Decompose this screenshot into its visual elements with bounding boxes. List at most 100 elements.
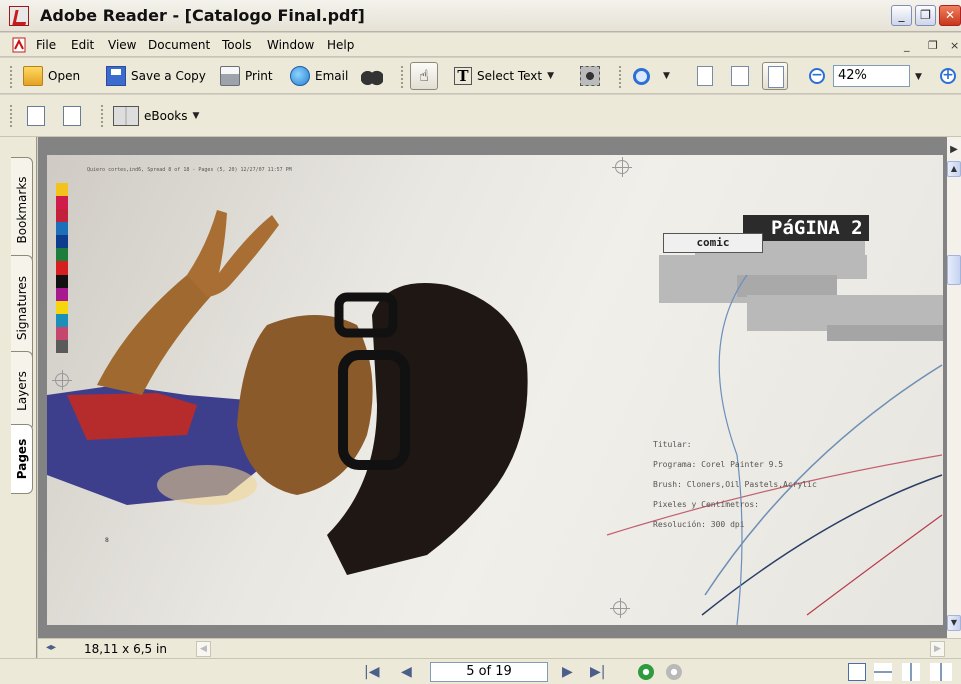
next-page-icon[interactable]: ▶: [562, 664, 573, 680]
tab-layers[interactable]: Layers: [11, 351, 33, 431]
actual-size-button[interactable]: [697, 58, 713, 94]
single-page-view-icon[interactable]: [848, 663, 866, 681]
facing-view-icon[interactable]: [902, 663, 920, 681]
tab-signatures-label: Signatures: [14, 275, 29, 341]
menu-window[interactable]: Window: [267, 38, 314, 52]
scroll-left-button[interactable]: ◀: [196, 641, 211, 657]
first-page-icon[interactable]: |◀: [364, 664, 379, 680]
select-text-label: Select Text: [477, 69, 543, 83]
tab-layers-label: Layers: [14, 371, 29, 411]
last-page-icon[interactable]: ▶|: [590, 664, 605, 680]
zoom-out-button[interactable]: −: [809, 58, 825, 94]
toolbar-grip[interactable]: [10, 105, 13, 127]
minimize-button[interactable]: _: [891, 5, 912, 26]
chevron-down-icon[interactable]: ▼: [663, 71, 670, 81]
title-bar: Adobe Reader - [Catalogo Final.pdf] _ ❐ …: [0, 0, 961, 32]
hand-tool-button[interactable]: ☝: [410, 58, 438, 94]
navigation-pane: Bookmarks Signatures Layers Pages: [0, 137, 37, 658]
scroll-down-button[interactable]: ▼: [947, 615, 961, 631]
save-disk-icon: [106, 66, 126, 86]
zoom-dropdown-chevron-icon[interactable]: ▼: [915, 72, 922, 82]
print-label: Print: [245, 69, 273, 83]
fit-width-button[interactable]: [762, 58, 788, 94]
toolbar-grip[interactable]: [401, 66, 404, 88]
rotate-counterclockwise-button[interactable]: [63, 95, 81, 137]
zoom-in-plus-icon: +: [940, 68, 956, 84]
chevron-down-icon[interactable]: ▼: [547, 71, 554, 81]
hand-icon: ☝: [410, 62, 438, 90]
spec-line: Programa: Corel Painter 9.5: [653, 460, 784, 469]
ebook-icon: [113, 106, 139, 126]
toolbar-grip[interactable]: [101, 105, 104, 127]
toolbar-grip[interactable]: [10, 66, 13, 88]
resize-arrows-icon[interactable]: ◂▸: [46, 642, 56, 653]
spec-line: Titular:: [653, 440, 692, 449]
zoom-out-minus-icon: −: [809, 68, 825, 84]
page-size-bar: ◂▸ 18,11 x 6,5 in ◀ ▶: [38, 638, 961, 658]
actual-size-page-icon: [697, 66, 713, 86]
open-button[interactable]: Open: [23, 58, 80, 94]
email-globe-icon: [290, 66, 310, 86]
rotate-clockwise-button[interactable]: [27, 95, 45, 137]
next-view-icon[interactable]: [666, 664, 682, 680]
menu-document[interactable]: Document: [148, 38, 210, 52]
print-button[interactable]: Print: [220, 58, 273, 94]
zoom-level-input[interactable]: 42%: [833, 65, 910, 87]
continuous-facing-view-icon[interactable]: [930, 663, 952, 681]
binoculars-icon: [361, 66, 383, 86]
document-minimize-button[interactable]: _: [904, 39, 910, 52]
ebooks-label: eBooks: [144, 109, 188, 123]
window-title: Adobe Reader - [Catalogo Final.pdf]: [40, 6, 365, 25]
scroll-up-button[interactable]: ▲: [947, 161, 961, 177]
adobe-reader-icon: [9, 6, 29, 26]
pdf-page: Quiero cortes,ind6, Spread 8 of 18 - Pag…: [47, 155, 943, 625]
spec-line: Resolución: 300 dpi: [653, 520, 745, 529]
select-text-button[interactable]: T Select Text ▼: [454, 58, 554, 94]
rotate-counterclockwise-icon: [63, 106, 81, 126]
main-toolbar: Open Save a Copy Print Email ☝ T Select …: [0, 58, 961, 94]
tab-signatures[interactable]: Signatures: [11, 255, 33, 361]
snapshot-tool-button[interactable]: [580, 58, 600, 94]
magnifier-icon: [633, 67, 650, 85]
search-button[interactable]: [361, 58, 383, 94]
continuous-view-icon[interactable]: [874, 663, 892, 681]
menu-bar: File Edit View Document Tools Window Hel…: [0, 33, 961, 57]
tab-bookmarks[interactable]: Bookmarks: [11, 157, 33, 263]
zoom-in-tool-button[interactable]: ▼: [633, 58, 670, 94]
save-copy-button[interactable]: Save a Copy: [106, 58, 206, 94]
fit-page-icon: [731, 66, 749, 86]
restore-button[interactable]: ❐: [915, 5, 936, 26]
secondary-toolbar: eBooks ▼: [0, 95, 961, 137]
menu-view[interactable]: View: [108, 38, 136, 52]
menu-edit[interactable]: Edit: [71, 38, 94, 52]
page-navigation-bar: |◀ ◀ 5 of 19 ▶ ▶|: [0, 658, 961, 684]
spec-line: Brush: Cloners,Oil Pastels,Acrylic: [653, 480, 817, 489]
menu-file[interactable]: File: [36, 38, 56, 52]
text-cursor-icon: T: [454, 67, 472, 85]
ebooks-button[interactable]: eBooks ▼: [113, 95, 199, 137]
scroll-thumb[interactable]: [947, 255, 961, 285]
open-label: Open: [48, 69, 81, 83]
previous-view-icon[interactable]: [638, 664, 654, 680]
menu-help[interactable]: Help: [327, 38, 354, 52]
email-button[interactable]: Email: [290, 58, 348, 94]
previous-page-icon[interactable]: ◀: [401, 664, 412, 680]
comic-tag: comic: [663, 233, 763, 253]
document-restore-button[interactable]: ❐: [928, 39, 938, 52]
chevron-down-icon[interactable]: ▼: [193, 111, 200, 121]
zoom-in-button[interactable]: +: [940, 58, 956, 94]
save-copy-label: Save a Copy: [131, 69, 206, 83]
tab-bookmarks-label: Bookmarks: [14, 176, 29, 244]
fit-page-button[interactable]: [731, 58, 749, 94]
spec-text-block: Titular: Programa: Corel Painter 9.5 Bru…: [653, 435, 817, 535]
tab-pages[interactable]: Pages: [11, 424, 33, 494]
document-view[interactable]: Quiero cortes,ind6, Spread 8 of 18 - Pag…: [38, 137, 947, 638]
toolbar-grip[interactable]: [619, 66, 622, 88]
pane-collapse-arrow-icon[interactable]: ▶: [947, 143, 961, 155]
document-close-button[interactable]: ×: [950, 39, 959, 52]
menu-tools[interactable]: Tools: [222, 38, 252, 52]
scroll-right-button[interactable]: ▶: [930, 641, 945, 657]
close-button[interactable]: ✕: [939, 5, 961, 26]
vertical-scrollbar[interactable]: ▶ ▲ ▼: [947, 137, 961, 638]
page-number-input[interactable]: 5 of 19: [430, 662, 548, 682]
